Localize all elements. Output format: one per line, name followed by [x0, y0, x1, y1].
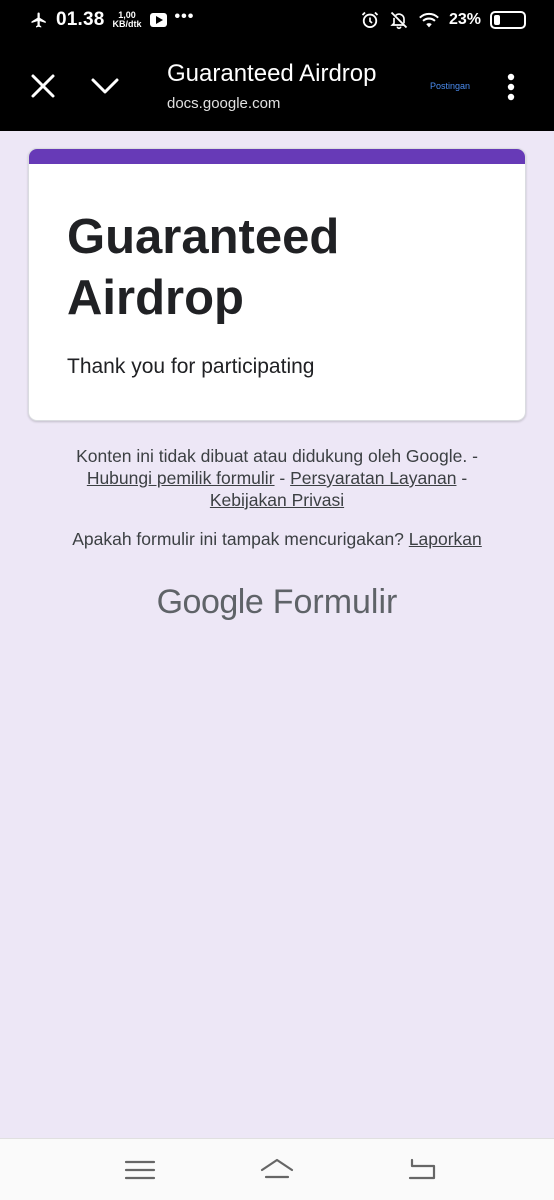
form-title: Guaranteed Airdrop — [67, 210, 340, 325]
more-vert-icon[interactable] — [498, 71, 524, 103]
system-navigation-bar — [0, 1138, 554, 1200]
contact-owner-link[interactable]: Hubungi pemilik formulir — [87, 468, 275, 488]
page-url: docs.google.com — [167, 95, 281, 112]
close-icon[interactable] — [28, 71, 58, 101]
airplane-mode-icon — [31, 12, 46, 28]
battery-percent: 23% — [448, 11, 481, 28]
clock: 01.38 — [56, 9, 105, 30]
more-notifications-indicator: ••• — [174, 8, 195, 25]
custom-tab-toolbar: Guaranteed Airdrop docs.google.com Posti… — [0, 42, 554, 131]
report-link[interactable]: Laporkan — [409, 529, 482, 549]
postingan-link[interactable]: Postingan — [430, 81, 470, 91]
status-bar: 01.38 1,00 KB/dtk ••• 23% — [0, 0, 554, 42]
youtube-notification-icon — [149, 13, 167, 27]
terms-link[interactable]: Persyaratan Layanan — [290, 468, 456, 488]
report-line: Apakah formulir ini tampak mencurigakan?… — [30, 529, 524, 550]
separator: - — [472, 446, 478, 466]
suspicious-question: Apakah formulir ini tampak mencurigakan? — [72, 529, 404, 549]
status-left: 01.38 1,00 KB/dtk ••• — [30, 8, 195, 31]
status-right: 23% — [360, 10, 526, 30]
network-speed: 1,00 KB/dtk — [113, 11, 142, 29]
wifi-icon — [419, 12, 439, 28]
alarm-icon — [361, 11, 379, 29]
page-title: Guaranteed Airdrop — [167, 60, 377, 87]
brand-google: Google — [156, 583, 264, 621]
separator: - — [461, 468, 468, 488]
confirmation-message: Thank you for participating — [67, 355, 315, 378]
network-speed-unit: KB/dtk — [112, 19, 142, 29]
brand-product: Formulir — [272, 583, 398, 621]
home-icon[interactable] — [259, 1155, 295, 1185]
separator: - — [279, 468, 286, 488]
form-confirmation-card: Guaranteed Airdrop Thank you for partici… — [28, 148, 526, 421]
disclaimer-text: Konten ini tidak dibuat atau didukung ol… — [76, 446, 468, 466]
back-icon[interactable] — [404, 1155, 440, 1185]
notifications-off-icon — [390, 11, 408, 30]
menu-icon[interactable] — [122, 1155, 158, 1185]
privacy-link[interactable]: Kebijakan Privasi — [210, 490, 344, 510]
chevron-down-icon[interactable] — [88, 71, 122, 101]
form-footer-disclaimer: Konten ini tidak dibuat atau didukung ol… — [30, 445, 524, 511]
battery-level — [494, 15, 500, 25]
google-forms-logo[interactable]: Google Formulir — [0, 583, 554, 622]
card-accent-bar — [29, 149, 525, 164]
battery-icon — [490, 11, 526, 29]
